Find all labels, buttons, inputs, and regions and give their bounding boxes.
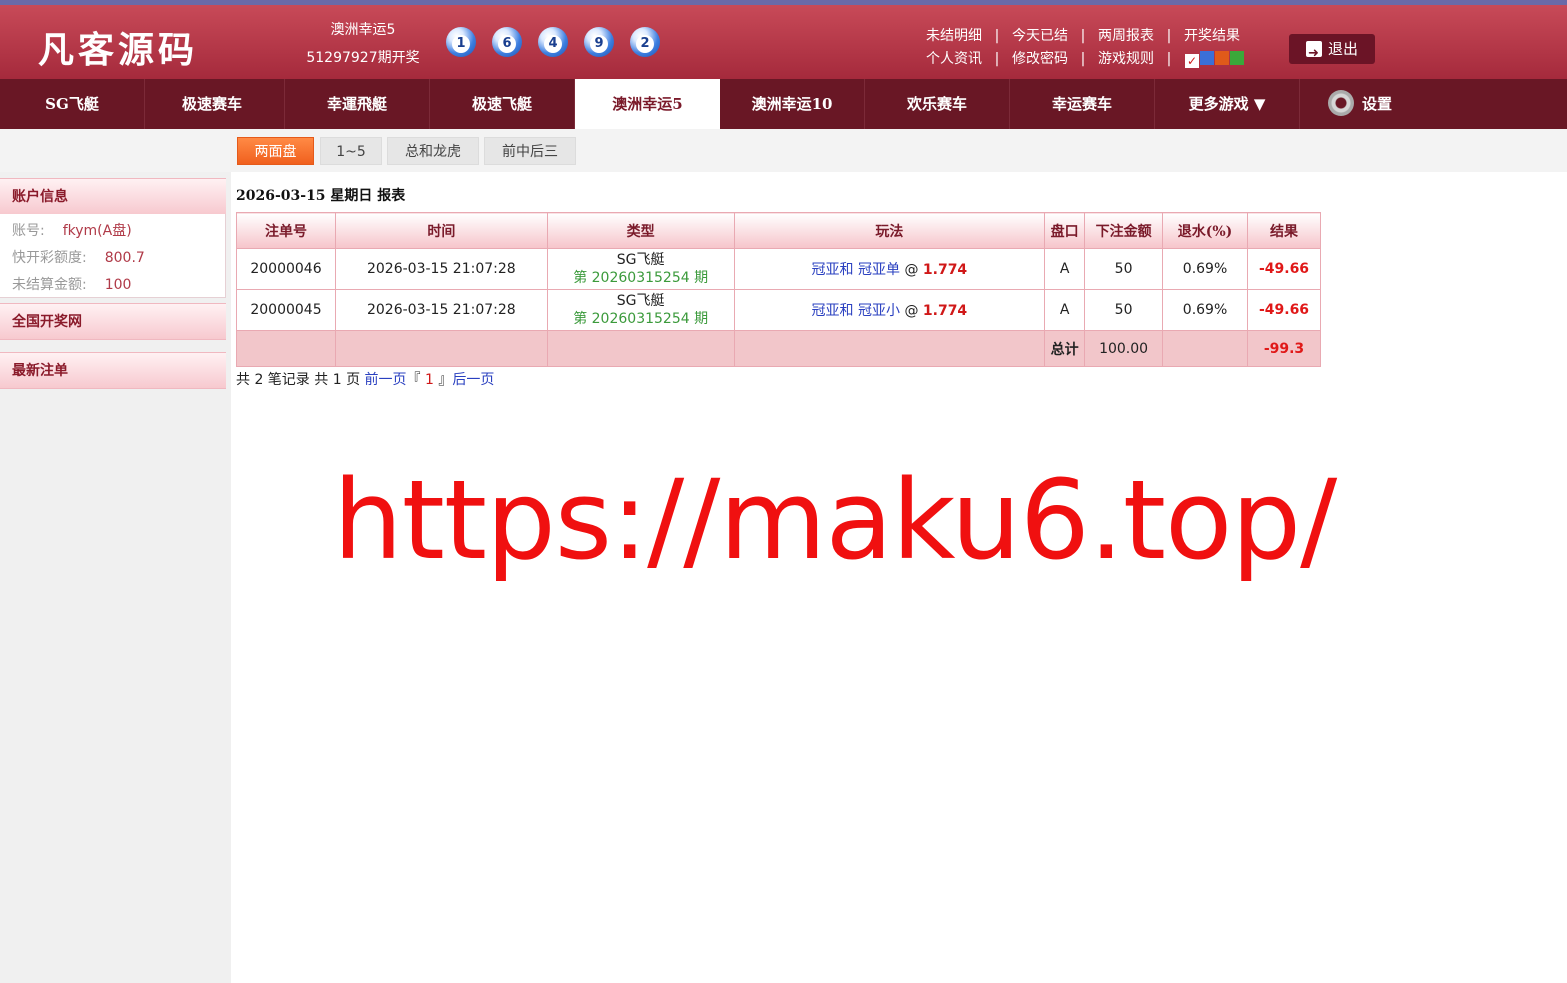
col-header-bet-id: 注单号: [236, 212, 336, 249]
result-ball: 9: [584, 27, 614, 57]
bet-pan: A: [1044, 248, 1086, 290]
col-header-amount: 下注金额: [1084, 212, 1164, 249]
skin-blue-swatch[interactable]: [1200, 51, 1214, 65]
bet-amount: 50: [1084, 289, 1164, 331]
subtab-1-5[interactable]: 1~5: [320, 137, 382, 165]
sidebar-latest-bets[interactable]: 最新注单: [0, 352, 226, 389]
nav-item-happy-racing[interactable]: 欢乐赛车: [865, 79, 1010, 129]
top-links: 未结明细 | 今天已结 | 两周报表 | 开奖结果 个人资讯 | 修改密码 | 游戏规则 | ✓: [926, 25, 1244, 71]
total-amount: 100.00: [1084, 330, 1164, 367]
col-header-pan: 盘口: [1044, 212, 1086, 249]
bet-play: 冠亚和 冠亚单 @ 1.774: [733, 248, 1046, 290]
settings-label: 设置: [1361, 95, 1392, 113]
link-settled-today[interactable]: 今天已结: [1012, 28, 1068, 44]
pager-current-page[interactable]: 1: [425, 372, 434, 388]
pagination: 共 2 笔记录 共 1 页 前一页『 1 』后一页: [236, 372, 495, 388]
link-two-week-report[interactable]: 两周报表: [1098, 28, 1154, 44]
bet-play: 冠亚和 冠亚小 @ 1.774: [733, 289, 1046, 331]
skin-orange-swatch[interactable]: [1215, 51, 1229, 65]
link-unsettled[interactable]: 未结明细: [926, 28, 982, 44]
account-row-unsettled: 未结算金额: 100: [12, 277, 132, 293]
sidebar-account-title[interactable]: 账户信息: [0, 178, 226, 215]
col-header-type: 类型: [546, 212, 735, 249]
subtab-sum-dragon-tiger[interactable]: 总和龙虎: [387, 137, 479, 165]
pager-prev-link[interactable]: 前一页: [365, 372, 407, 388]
separator: |: [1080, 51, 1086, 67]
result-ball: 4: [538, 27, 568, 57]
separator: |: [994, 28, 1000, 44]
watermark-url: https://maku6.top/: [333, 456, 1337, 584]
col-header-rebate: 退水(%): [1162, 212, 1248, 249]
nav-settings[interactable]: 设置: [1300, 79, 1420, 129]
total-row: 总计 100.00 -99.3: [236, 330, 1321, 367]
pager-summary: 共 2 笔记录 共 1 页: [236, 372, 361, 388]
nav-item-more-games[interactable]: 更多游戏 ▼: [1155, 79, 1300, 129]
bet-amount: 50: [1084, 248, 1164, 290]
link-game-rules[interactable]: 游戏规则: [1098, 51, 1154, 67]
site-logo[interactable]: 凡客源码: [38, 21, 198, 73]
nav-item-lucky-boat[interactable]: 幸運飛艇: [285, 79, 430, 129]
nav-item-sg-boat[interactable]: SG飞艇: [0, 79, 145, 129]
bet-id: 20000046: [236, 248, 336, 290]
link-draw-results[interactable]: 开奖结果: [1184, 28, 1240, 44]
current-lottery-issue: 51297927期开奖: [306, 50, 420, 66]
nav-item-au-lucky5[interactable]: 澳洲幸运5: [575, 79, 720, 129]
separator: |: [1166, 28, 1172, 44]
report-title: 2026-03-15 星期日 报表: [236, 188, 406, 204]
nav-item-speed-racing[interactable]: 极速赛车: [140, 79, 285, 129]
bet-rebate: 0.69%: [1162, 248, 1248, 290]
subtab-two-sides[interactable]: 两面盘: [237, 137, 314, 165]
col-header-time: 时间: [334, 212, 548, 249]
link-personal-info[interactable]: 个人资讯: [926, 51, 982, 67]
account-info-box: 账号: fkym(A盘) 快开彩额度: 800.7 未结算金额: 100: [0, 214, 226, 298]
nav-item-lucky-racing[interactable]: 幸运赛车: [1010, 79, 1155, 129]
bet-result: -49.66: [1247, 248, 1321, 290]
sidebar: 账户信息 账号: fkym(A盘) 快开彩额度: 800.7 未结算金额: 100 全…: [0, 172, 231, 983]
result-ball: 6: [492, 27, 522, 57]
bet-result: -49.66: [1247, 289, 1321, 331]
header: 凡客源码 澳洲幸运5 51297927期开奖 1 6 4 9 2 未结明细 | 今天…: [0, 5, 1567, 79]
logout-icon: [1305, 39, 1322, 69]
account-row-credit: 快开彩额度: 800.7: [12, 250, 145, 266]
nav-item-speed-boat[interactable]: 极速飞艇: [430, 79, 575, 129]
result-ball: 2: [630, 27, 660, 57]
logout-button[interactable]: 退出: [1289, 34, 1375, 69]
separator: |: [1166, 51, 1172, 67]
bet-pan: A: [1044, 289, 1086, 331]
sidebar-national-draw-site[interactable]: 全国开奖网: [0, 303, 226, 340]
table-row: 20000046 2026-03-15 21:07:28 SG飞艇第 20260…: [236, 248, 1321, 290]
separator: |: [994, 51, 1000, 67]
bet-time: 2026-03-15 21:07:28: [334, 248, 548, 290]
skin-checkbox-icon[interactable]: ✓: [1185, 54, 1199, 68]
logout-label: 退出: [1327, 40, 1358, 58]
link-change-password[interactable]: 修改密码: [1012, 51, 1068, 67]
report-table: 注单号 时间 类型 玩法 盘口 下注金额 退水(%) 结果 20000046 2…: [236, 212, 1321, 367]
account-row-username: 账号: fkym(A盘): [12, 223, 132, 239]
gear-icon: [1327, 90, 1354, 116]
subtab-front-mid-back[interactable]: 前中后三: [484, 137, 576, 165]
main-nav: SG飞艇 极速赛车 幸運飛艇 极速飞艇 澳洲幸运5 澳洲幸运10 欢乐赛车 幸运…: [0, 79, 1567, 129]
total-label: 总计: [1044, 330, 1086, 367]
bet-type: SG飞艇第 20260315254 期: [546, 248, 735, 290]
separator: |: [1080, 28, 1086, 44]
sub-tab-bar: 两面盘 1~5 总和龙虎 前中后三: [0, 129, 1567, 172]
col-header-result: 结果: [1247, 212, 1321, 249]
table-row: 20000045 2026-03-15 21:07:28 SG飞艇第 20260…: [236, 289, 1321, 331]
skin-green-swatch[interactable]: [1230, 51, 1244, 65]
col-header-play: 玩法: [733, 212, 1046, 249]
bet-type: SG飞艇第 20260315254 期: [546, 289, 735, 331]
nav-item-au-lucky10[interactable]: 澳洲幸运10: [720, 79, 865, 129]
bet-id: 20000045: [236, 289, 336, 331]
result-ball: 1: [446, 27, 476, 57]
bet-rebate: 0.69%: [1162, 289, 1248, 331]
current-lottery-name: 澳洲幸运5: [330, 22, 396, 38]
bet-time: 2026-03-15 21:07:28: [334, 289, 548, 331]
total-result: -99.3: [1247, 330, 1321, 367]
pager-next-link[interactable]: 后一页: [452, 372, 494, 388]
